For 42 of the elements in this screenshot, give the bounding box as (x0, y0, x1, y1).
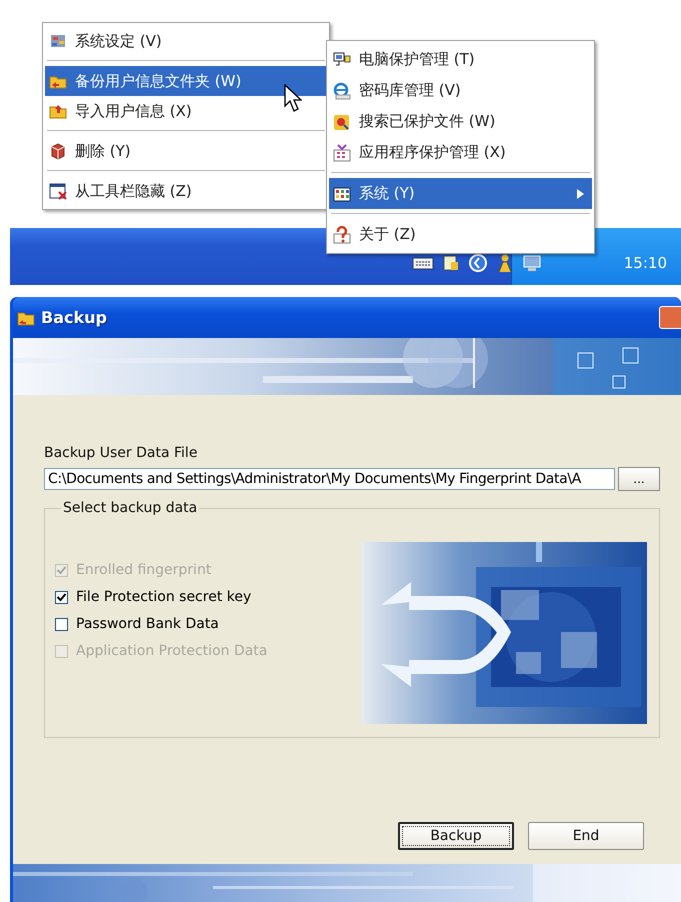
cursor-icon (284, 84, 302, 112)
menu-item[interactable]: 搜索已保护文件 (W) (329, 106, 592, 137)
menu-item[interactable]: 备份用户信息文件夹 (W) (45, 66, 327, 96)
group-title: Select backup data (62, 500, 198, 516)
grid-icon (333, 184, 351, 202)
menu-item[interactable]: 应用程序保护管理 (X) (329, 137, 592, 168)
checkbox-option[interactable]: File Protection secret key (55, 589, 361, 605)
dialog-button[interactable]: Backup (398, 822, 514, 850)
folder-icon (17, 310, 35, 326)
menu-item[interactable]: 系统设定 (V) (45, 26, 327, 56)
folder-icon (49, 102, 67, 120)
dialog-button[interactable]: End (528, 822, 644, 850)
monitor-icon[interactable] (522, 254, 542, 272)
document-icon[interactable] (442, 254, 460, 272)
menu-item[interactable]: 密码库管理 (V) (329, 75, 592, 106)
settings-icon (49, 32, 67, 50)
menu-item[interactable]: 删除 (Y) (45, 136, 327, 166)
cube-icon (49, 142, 67, 160)
title-bar: Backup (13, 297, 681, 338)
browse-button[interactable]: ... (618, 467, 660, 491)
browser-icon (333, 82, 351, 100)
help-icon (333, 226, 351, 244)
submenu-arrow-icon (577, 188, 584, 198)
checkbox[interactable] (55, 618, 68, 630)
menu-item[interactable]: 导入用户信息 (X) (45, 96, 327, 126)
file-path-field[interactable]: C:\Documents and Settings\Administrator\My Documents\My Fingerprint Data\A (44, 468, 615, 490)
computer-icon (333, 50, 351, 68)
checkbox-option[interactable]: Password Bank Data (55, 616, 361, 632)
person-icon[interactable] (496, 252, 514, 272)
menu-item[interactable]: 从工具栏隐藏 (Z) (45, 176, 327, 206)
menu-item[interactable]: 电脑保护管理 (T) (329, 44, 592, 75)
keyboard-icon[interactable] (412, 256, 434, 270)
circle-icon[interactable] (468, 252, 488, 272)
close-button[interactable] (659, 306, 681, 329)
window-icon (49, 182, 67, 200)
app-icon (333, 144, 351, 162)
menu-item[interactable]: 系统 (Y) (329, 178, 592, 209)
menu-item[interactable]: 关于 (Z) (329, 219, 592, 250)
checkbox[interactable] (55, 590, 68, 604)
clock: 15:10 (624, 254, 667, 272)
search-icon (333, 112, 351, 130)
field-label: Backup User Data File (44, 445, 198, 461)
